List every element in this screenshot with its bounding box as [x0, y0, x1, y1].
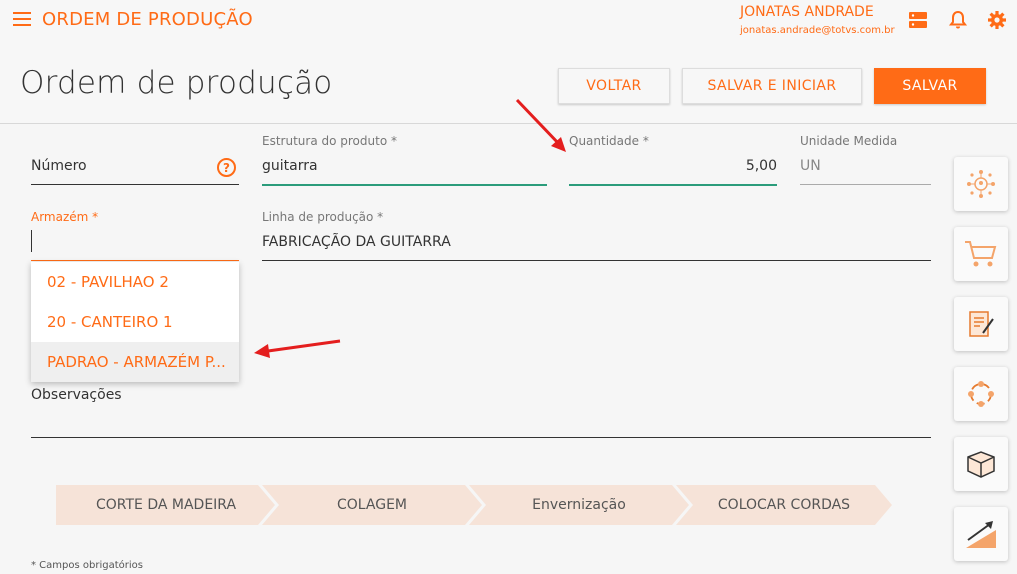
- side-button-box[interactable]: [954, 437, 1008, 491]
- step-colocar-cordas[interactable]: COLOCAR CORDAS: [684, 497, 884, 513]
- step-envernizacao[interactable]: Envernização: [479, 497, 679, 513]
- document-sign-icon: [969, 311, 994, 337]
- step-corte-da-madeira[interactable]: CORTE DA MADEIRA: [66, 497, 266, 513]
- side-button-growth[interactable]: [954, 507, 1008, 561]
- side-button-network[interactable]: [954, 157, 1008, 211]
- step-colagem[interactable]: COLAGEM: [272, 497, 472, 513]
- side-button-cart[interactable]: [954, 227, 1008, 281]
- side-button-document[interactable]: [954, 297, 1008, 351]
- network-icon: [967, 170, 995, 198]
- required-fields-note: * Campos obrigatórios: [31, 560, 143, 571]
- cart-icon: [965, 241, 997, 267]
- box-icon: [967, 451, 995, 478]
- cycle-icon: [968, 381, 994, 407]
- side-button-cycle[interactable]: [954, 367, 1008, 421]
- growth-chart-icon: [966, 521, 996, 548]
